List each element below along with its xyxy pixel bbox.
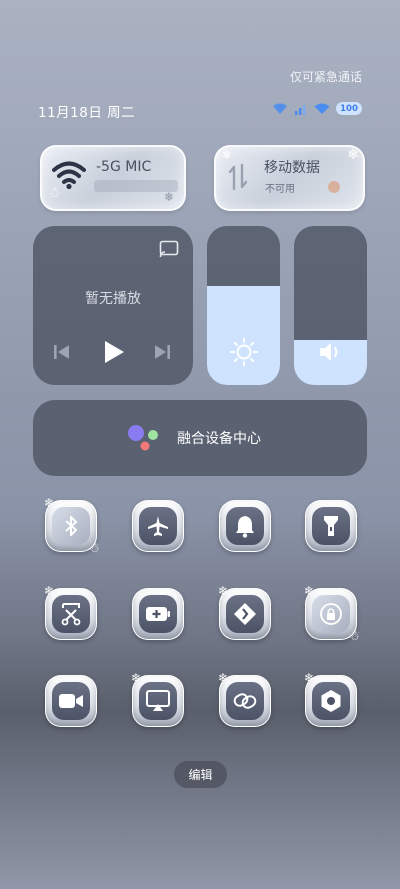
edit-button[interactable]: 编辑 (174, 761, 227, 788)
cellular-signal-icon (295, 104, 306, 115)
settings-button[interactable]: ❄ (304, 671, 357, 727)
bell-icon (236, 516, 254, 538)
status-icons: 100 (272, 102, 362, 115)
wifi-status-icon (314, 103, 330, 114)
volume-slider[interactable] (294, 226, 367, 385)
cast-screen-icon (146, 690, 170, 711)
signal-wifi-status-icon (273, 103, 287, 114)
snowflake-icon: ❄ (218, 671, 229, 685)
hotspot-link-button[interactable]: ❄ (218, 671, 271, 727)
snowman-icon: ☃ (88, 541, 100, 556)
volume-icon (320, 343, 338, 361)
media-player-card[interactable]: 暂无播放 (33, 226, 193, 385)
previous-icon[interactable] (53, 344, 71, 360)
fusion-device-center[interactable]: 融合设备中心 (33, 400, 367, 476)
snowflake-icon: ❄ (218, 584, 229, 598)
snowflake-icon: ❄ (347, 147, 359, 163)
scissors-icon (61, 603, 81, 626)
battery-plus-icon (146, 607, 170, 621)
device-center-icon (128, 425, 158, 451)
mobile-data-title: 移动数据 (264, 160, 320, 176)
cast-icon[interactable] (159, 240, 179, 258)
media-status: 暂无播放 (85, 291, 141, 307)
date-text: 11月18日 周二 (38, 105, 136, 121)
snowflake-icon: ❄ (164, 190, 175, 204)
link-icon (233, 693, 257, 709)
lock-rotate-icon (320, 603, 342, 625)
video-icon (59, 694, 83, 708)
snowflake-icon: ❄ (222, 148, 233, 162)
brightness-fill (207, 286, 280, 385)
flashlight-icon (324, 516, 338, 536)
nfc-button[interactable]: ❄ (218, 584, 271, 640)
settings-icon (321, 690, 341, 712)
snowflake-icon: ❄ (44, 496, 55, 510)
airplane-icon (148, 516, 168, 536)
snowman-icon: ☃ (48, 185, 61, 201)
snowflake-icon: ❄ (304, 584, 315, 598)
mobile-data-tile[interactable]: 移动数据 不可用 ❄ ❄ (214, 145, 365, 211)
snowflake-icon: ❄ (304, 671, 315, 685)
next-icon[interactable] (153, 344, 171, 360)
wifi-tile[interactable]: -5G MIC ☃ ❄ (40, 145, 186, 211)
screenshot-button[interactable]: ❄ (44, 584, 97, 640)
screen-cast-button[interactable]: ❄ (131, 671, 184, 727)
bluetooth-icon (65, 516, 77, 536)
snowflake-icon: ❄ (131, 671, 142, 685)
snowflake-icon: ❄ (44, 584, 55, 598)
nfc-icon (234, 603, 256, 625)
snowman-icon: ☃ (348, 629, 360, 644)
wifi-label: -5G MIC (96, 159, 152, 175)
battery-saver-button[interactable] (132, 588, 184, 640)
brightness-icon (230, 338, 258, 366)
rotation-lock-button[interactable]: ❄ ☃ (304, 584, 360, 644)
brightness-slider[interactable] (207, 226, 280, 385)
airplane-mode-button[interactable] (132, 500, 184, 552)
play-icon[interactable] (103, 340, 125, 364)
frost-light-decoration (328, 181, 340, 193)
screen-record-button[interactable] (45, 675, 97, 727)
fusion-label: 融合设备中心 (177, 431, 261, 447)
ring-mode-button[interactable] (219, 500, 271, 552)
mobile-data-icon (228, 163, 248, 191)
emergency-call-only-text: 仅可紧急通话 (289, 70, 362, 84)
flashlight-button[interactable] (305, 500, 357, 552)
mobile-data-subtitle: 不可用 (265, 184, 295, 195)
bluetooth-button[interactable]: ❄ ☃ (44, 496, 100, 556)
battery-indicator: 100 (336, 102, 362, 115)
